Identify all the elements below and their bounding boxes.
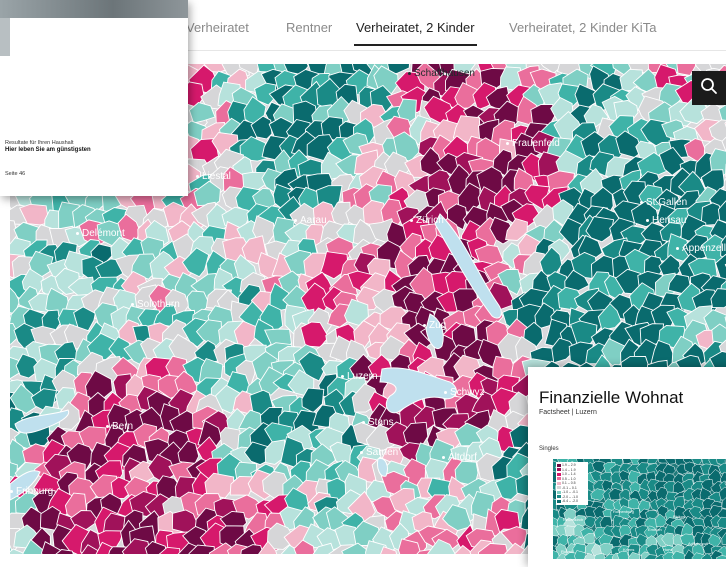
legend-label: 1.9 – 2.9 xyxy=(562,463,576,467)
legend-label: -1.0 – -0.1 xyxy=(562,490,578,494)
tab-verheiratet-2-kinder[interactable]: Verheiratet, 2 Kinder xyxy=(356,20,475,35)
minimap-label-adligenswil: Adligenswil xyxy=(688,541,708,546)
legend-swatch xyxy=(557,468,561,471)
factsheet-title: Finanzielle Wohnat xyxy=(539,388,683,408)
city-label-altdorf: Altdorf xyxy=(442,452,477,463)
tab-rentner[interactable]: Rentner xyxy=(286,20,332,35)
report-preview-card: Resultate für Ihren Haushalt Hier leben … xyxy=(0,0,188,196)
legend-row: -6.4 – -2.0 xyxy=(557,499,587,504)
legend-label: 1.0 – 1.4 xyxy=(562,472,576,476)
report-heading: Hier leben Sie am günstigsten xyxy=(5,147,91,153)
legend-label: -6.4 – -2.0 xyxy=(562,499,578,503)
report-photo-strip xyxy=(0,18,10,56)
city-label-fribourg: Fribourg xyxy=(10,486,53,497)
minimap-legend: 1.9 – 2.91.4 – 1.91.0 – 1.40.5 – 1.00.1 … xyxy=(556,462,588,505)
minimap-label-ebikon: Ebikon xyxy=(673,514,685,519)
city-label-stans: Stans xyxy=(362,417,394,428)
city-label-aarau: Aarau xyxy=(294,215,327,226)
city-label-bern: Bern xyxy=(106,421,133,432)
minimap-label-rothenburg: Rothenburg xyxy=(613,509,634,514)
legend-swatch xyxy=(557,491,561,494)
factsheet-section-label: Singles xyxy=(539,446,559,452)
tab-verheiratet-2-kinder-kita[interactable]: Verheiratet, 2 Kinder KiTa xyxy=(509,20,656,35)
report-page-number: Seite 46 xyxy=(5,171,25,177)
factsheet-minimap: 1.9 – 2.91.4 – 1.91.0 – 1.40.5 – 1.00.1 … xyxy=(553,459,726,559)
minimap-area-181 xyxy=(584,516,596,528)
city-label-schaffhausen: Schaffhausen xyxy=(408,68,475,79)
legend-swatch xyxy=(557,473,561,476)
tab-verheiratet[interactable]: Verheiratet xyxy=(186,20,249,35)
city-label-zrich: Zürich xyxy=(410,215,444,226)
city-label-frauenfeld: Frauenfeld xyxy=(506,138,560,149)
legend-label: 0.5 – 1.0 xyxy=(562,477,576,481)
city-label-delmont: Delémont xyxy=(76,228,125,239)
report-subtitle: Resultate für Ihren Haushalt xyxy=(5,140,73,146)
factsheet-preview-card: Finanzielle Wohnat Factsheet | Luzern Si… xyxy=(528,367,726,567)
city-label-luzern: Luzern xyxy=(341,371,378,382)
minimap-label-ruswil: Ruswil xyxy=(561,549,573,554)
city-label-schwyz: Schwyz xyxy=(444,387,484,398)
minimap-label-emmen: Emmen xyxy=(648,527,662,532)
legend-swatch xyxy=(557,477,561,480)
legend-swatch xyxy=(557,486,561,489)
minimap-area-34 xyxy=(648,459,659,464)
factsheet-subtitle: Factsheet | Luzern xyxy=(539,409,597,416)
city-label-herisau: Herisau xyxy=(646,215,686,226)
city-label-sarnen: Sarnen xyxy=(360,447,398,458)
legend-label: -2.0 – -1.0 xyxy=(562,495,578,499)
legend-label: 0.1 – 0.5 xyxy=(562,481,576,485)
report-photo xyxy=(0,0,188,18)
search-icon xyxy=(700,77,718,100)
city-label-liestal: Liestal xyxy=(196,171,231,182)
minimap-label-kriens: Kriens xyxy=(623,547,634,552)
city-label-appenzell: Appenzell xyxy=(676,243,726,254)
legend-swatch xyxy=(557,464,561,467)
city-label-zug: Zug xyxy=(423,320,446,331)
legend-label: 1.4 – 1.9 xyxy=(562,468,576,472)
legend-swatch xyxy=(557,500,561,503)
legend-swatch xyxy=(557,495,561,498)
search-button[interactable] xyxy=(692,71,726,105)
city-label-stgallen: St.Gallen xyxy=(640,197,687,208)
minimap-label-neuenkirch: Neuenkirch xyxy=(563,517,583,522)
minimap-label-horw: Horw xyxy=(663,547,672,552)
legend-swatch xyxy=(557,482,561,485)
legend-label: -0.1 – 0.1 xyxy=(562,486,577,490)
city-label-solothurn: Solothurn xyxy=(131,299,180,310)
